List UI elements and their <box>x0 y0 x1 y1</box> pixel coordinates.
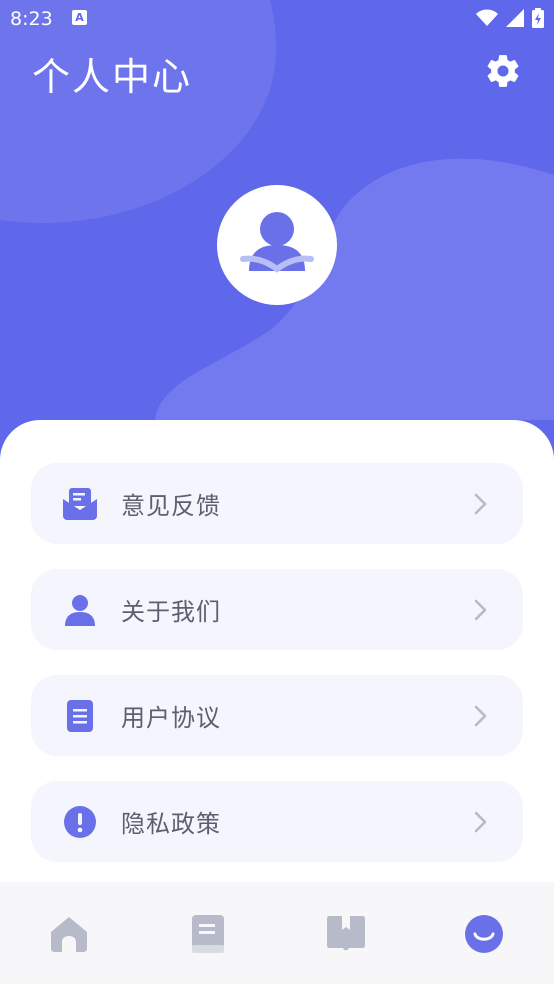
menu-item-label: 关于我们 <box>121 598 221 626</box>
avatar[interactable] <box>217 185 337 305</box>
chevron-right-icon <box>474 811 487 832</box>
page-title: 个人中心 <box>32 55 193 99</box>
header-background: 8:23 A 个人中心 <box>0 0 554 470</box>
menu-item-about[interactable]: 关于我们 <box>31 569 523 650</box>
tab-home[interactable] <box>49 914 89 954</box>
menu-item-feedback[interactable]: 意见反馈 <box>31 463 523 544</box>
notification-icon: A <box>72 10 87 25</box>
bottom-tab-bar <box>0 882 554 984</box>
menu-item-privacy-policy[interactable]: 隐私政策 <box>31 781 523 862</box>
tab-book[interactable] <box>188 914 228 954</box>
menu-item-label: 意见反馈 <box>121 492 221 520</box>
home-icon <box>51 917 87 952</box>
status-bar: 8:23 A <box>0 0 554 38</box>
smile-icon <box>465 915 503 953</box>
status-time: 8:23 <box>10 8 53 30</box>
book-icon <box>192 915 224 953</box>
chevron-right-icon <box>474 493 487 514</box>
menu-item-user-agreement[interactable]: 用户协议 <box>31 675 523 756</box>
bookmark-book-icon <box>327 916 365 951</box>
reading-person-icon <box>240 212 314 273</box>
settings-button[interactable] <box>484 52 522 90</box>
gear-icon <box>487 55 519 87</box>
tab-bookshelf[interactable] <box>326 914 366 954</box>
status-icons <box>476 8 544 28</box>
chevron-right-icon <box>474 599 487 620</box>
signal-icon <box>506 9 524 27</box>
document-icon <box>63 699 97 733</box>
exclamation-icon <box>63 805 97 839</box>
menu-item-label: 隐私政策 <box>121 810 221 838</box>
menu-item-label: 用户协议 <box>121 704 221 732</box>
mail-icon <box>63 487 97 521</box>
tab-profile[interactable] <box>464 914 504 954</box>
wifi-icon <box>476 9 498 26</box>
battery-icon <box>532 8 544 28</box>
menu-card: 意见反馈 关于我们 用户协议 隐私政策 <box>0 420 554 890</box>
chevron-right-icon <box>474 705 487 726</box>
person-icon <box>63 593 97 627</box>
